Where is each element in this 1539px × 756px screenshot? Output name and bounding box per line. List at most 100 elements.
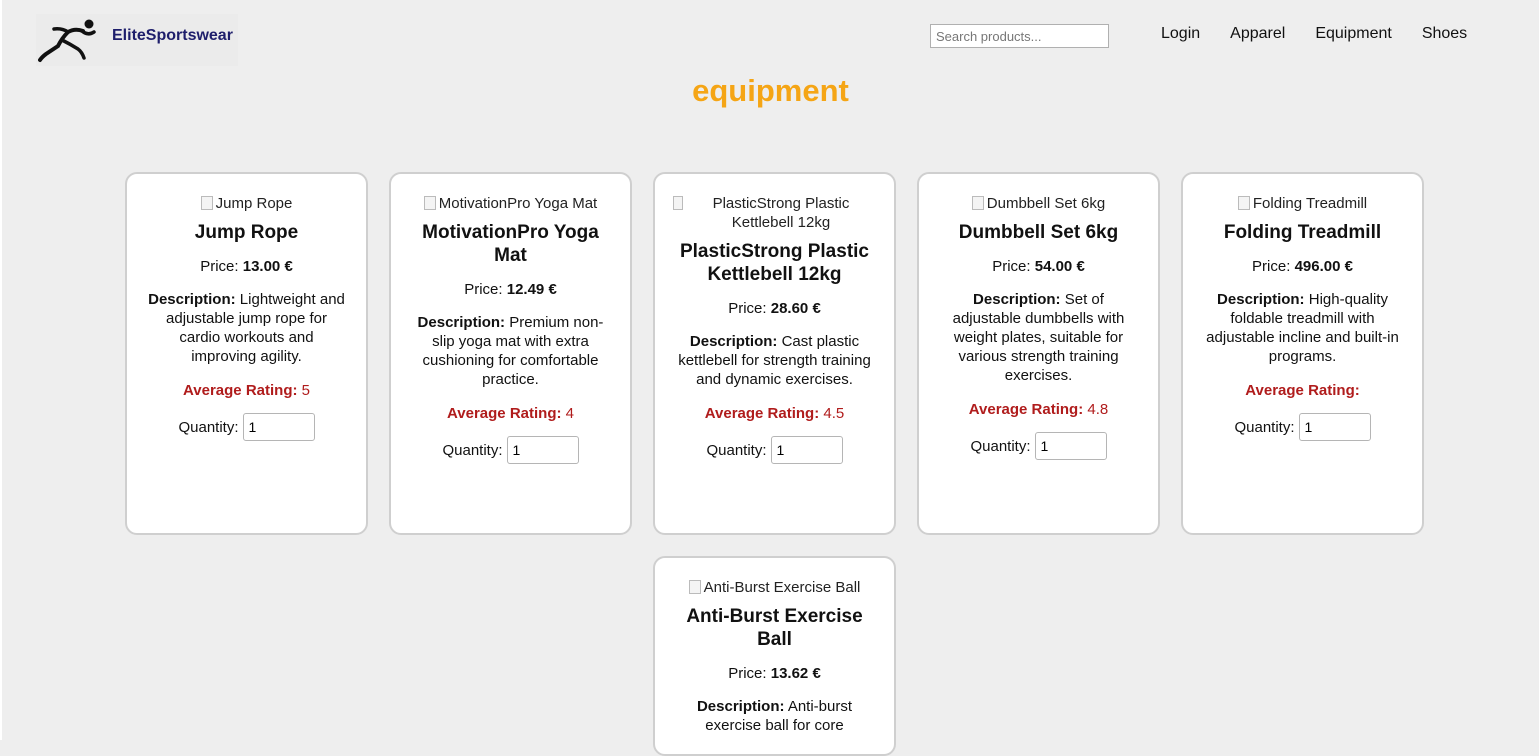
price-label: Price: xyxy=(200,258,239,275)
image-alt-text: MotivationPro Yoga Mat xyxy=(438,195,598,212)
product-name: MotivationPro Yoga Mat xyxy=(422,222,599,266)
product-image: Jump Rope xyxy=(145,194,348,213)
product-description: Description: Lightweight and adjustable … xyxy=(145,290,348,366)
broken-image-icon xyxy=(688,580,701,594)
description-label: Description: xyxy=(417,314,506,331)
product-card: Dumbbell Set 6kg Dumbbell Set 6kg Price:… xyxy=(917,172,1160,535)
rating-label: Average Rating: xyxy=(447,405,562,422)
product-price: Price: 496.00 € xyxy=(1201,258,1404,275)
product-price: Price: 13.00 € xyxy=(145,258,348,275)
product-price: Price: 13.62 € xyxy=(673,665,876,682)
quantity-label: Quantity: xyxy=(442,441,503,459)
product-price: Price: 54.00 € xyxy=(937,258,1140,275)
brand-name: EliteSportswear xyxy=(112,27,233,44)
price-value: 12.49 € xyxy=(506,281,557,298)
rating-value: 4.8 xyxy=(1087,401,1109,418)
product-name: Anti-Burst Exercise Ball xyxy=(686,606,863,650)
broken-image-icon xyxy=(200,196,213,210)
description-label: Description: xyxy=(1217,291,1305,308)
price-label: Price: xyxy=(1252,258,1291,275)
product-description: Description: High-quality foldable tread… xyxy=(1201,290,1404,366)
product-image: PlasticStrong Plastic Kettlebell 12kg xyxy=(673,194,876,232)
broken-image-icon xyxy=(423,196,436,210)
product-rating: Average Rating: 4.5 xyxy=(673,405,876,422)
price-label: Price: xyxy=(464,281,503,298)
search-input[interactable] xyxy=(930,24,1109,48)
quantity-input[interactable] xyxy=(506,436,579,464)
main-nav: Login Apparel Equipment Shoes xyxy=(1161,25,1497,43)
quantity-input[interactable] xyxy=(770,436,843,464)
rating-label: Average Rating: xyxy=(1245,382,1360,399)
product-description: Description: Set of adjustable dumbbells… xyxy=(937,290,1140,385)
product-description: Description: Premium non-slip yoga mat w… xyxy=(409,313,612,389)
product-price: Price: 28.60 € xyxy=(673,300,876,317)
image-alt-text: Jump Rope xyxy=(215,195,293,212)
product-image: MotivationPro Yoga Mat xyxy=(409,194,612,213)
price-value: 54.00 € xyxy=(1034,258,1085,275)
rating-label: Average Rating: xyxy=(968,401,1084,418)
price-label: Price: xyxy=(728,665,767,682)
description-label: Description: xyxy=(689,333,778,350)
brand-link[interactable]: EliteSportswear xyxy=(36,14,238,66)
description-label: Description: xyxy=(148,291,236,308)
image-alt-text: Dumbbell Set 6kg xyxy=(986,195,1106,212)
price-label: Price: xyxy=(728,300,767,317)
quantity-row: Quantity: xyxy=(673,436,876,464)
product-card: MotivationPro Yoga Mat MotivationPro Yog… xyxy=(389,172,632,535)
quantity-row: Quantity: xyxy=(145,413,348,441)
price-label: Price: xyxy=(992,258,1031,275)
quantity-label: Quantity: xyxy=(706,441,767,459)
quantity-input[interactable] xyxy=(242,413,315,441)
price-value: 496.00 € xyxy=(1294,258,1353,275)
product-image: Anti-Burst Exercise Ball xyxy=(673,578,876,597)
product-rating: Average Rating: xyxy=(1201,382,1404,399)
product-rating: Average Rating: 5 xyxy=(145,382,348,399)
site-header: EliteSportswear Login Apparel Equipment … xyxy=(2,0,1539,70)
product-name: Dumbbell Set 6kg xyxy=(958,222,1119,243)
rating-value: 4 xyxy=(565,405,574,422)
price-value: 13.62 € xyxy=(770,665,821,682)
quantity-input[interactable] xyxy=(1298,413,1371,441)
runner-logo-icon xyxy=(38,19,96,62)
rating-label: Average Rating: xyxy=(183,382,298,399)
nav-apparel[interactable]: Apparel xyxy=(1230,25,1285,43)
rating-label: Average Rating: xyxy=(704,405,820,422)
broken-image-icon xyxy=(971,196,984,210)
product-card: Anti-Burst Exercise Ball Anti-Burst Exer… xyxy=(653,556,896,756)
image-alt-text: Folding Treadmill xyxy=(1252,195,1368,212)
rating-value: 5 xyxy=(301,382,310,399)
nav-shoes[interactable]: Shoes xyxy=(1422,25,1467,43)
product-rating: Average Rating: 4.8 xyxy=(937,401,1140,418)
nav-login[interactable]: Login xyxy=(1161,25,1200,43)
image-alt-text: Anti-Burst Exercise Ball xyxy=(703,579,861,596)
product-card: Folding Treadmill Folding Treadmill Pric… xyxy=(1181,172,1424,535)
quantity-row: Quantity: xyxy=(409,436,612,464)
broken-image-icon xyxy=(673,196,683,210)
broken-image-icon xyxy=(1237,196,1250,210)
nav-equipment[interactable]: Equipment xyxy=(1315,25,1392,43)
description-label: Description: xyxy=(973,291,1061,308)
quantity-label: Quantity: xyxy=(970,437,1031,455)
price-value: 13.00 € xyxy=(242,258,293,275)
quantity-row: Quantity: xyxy=(937,432,1140,460)
price-value: 28.60 € xyxy=(770,300,821,317)
quantity-label: Quantity: xyxy=(1234,418,1295,436)
product-image: Folding Treadmill xyxy=(1201,194,1404,213)
product-name: PlasticStrong Plastic Kettlebell 12kg xyxy=(679,241,869,285)
image-alt-text: PlasticStrong Plastic Kettlebell 12kg xyxy=(712,195,850,231)
product-image: Dumbbell Set 6kg xyxy=(937,194,1140,213)
product-name: Folding Treadmill xyxy=(1223,222,1382,243)
product-name: Jump Rope xyxy=(194,222,299,243)
quantity-row: Quantity: xyxy=(1201,413,1404,441)
product-card: PlasticStrong Plastic Kettlebell 12kg Pl… xyxy=(653,172,896,535)
product-rating: Average Rating: 4 xyxy=(409,405,612,422)
page-title: equipment xyxy=(692,73,849,108)
quantity-label: Quantity: xyxy=(178,418,239,436)
product-description: Description: Cast plastic kettlebell for… xyxy=(673,332,876,389)
description-label: Description: xyxy=(696,698,785,715)
quantity-input[interactable] xyxy=(1034,432,1107,460)
product-price: Price: 12.49 € xyxy=(409,281,612,298)
product-description: Description: Anti-burst exercise ball fo… xyxy=(673,697,876,735)
product-card: Jump Rope Jump Rope Price: 13.00 € Descr… xyxy=(125,172,368,535)
rating-value: 4.5 xyxy=(823,405,845,422)
